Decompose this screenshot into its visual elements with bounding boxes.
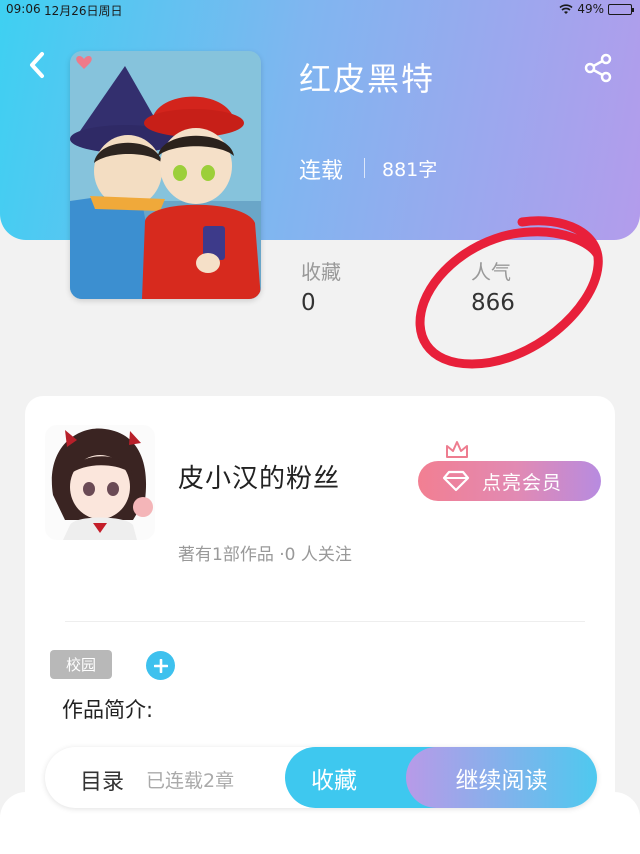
battery-icon <box>608 3 634 15</box>
share-button[interactable] <box>578 48 618 88</box>
chapters-count: 已连载2章 <box>146 770 235 792</box>
intro-label: 作品简介: <box>62 698 154 722</box>
book-cover-illustration <box>70 51 261 299</box>
serial-status: 连载 <box>299 159 344 184</box>
catalog-button[interactable]: 目录 <box>80 764 124 796</box>
vip-label: 点亮会员 <box>482 471 563 494</box>
diamond-icon <box>442 470 470 492</box>
back-button[interactable] <box>20 48 54 82</box>
word-count: 881字 <box>382 159 438 181</box>
status-right: 49% <box>559 2 634 16</box>
battery-percent: 49% <box>577 2 604 16</box>
continue-reading-button[interactable]: 继续阅读 <box>406 747 597 808</box>
card-divider <box>65 621 585 622</box>
vip-button[interactable]: 点亮会员 <box>418 461 601 501</box>
wifi-icon <box>559 3 573 14</box>
tag-chip[interactable]: 校园 <box>50 650 112 679</box>
book-title: 红皮黑特 <box>299 60 436 98</box>
chevron-left-icon <box>30 52 44 78</box>
author-name[interactable]: 皮小汉的粉丝 <box>178 458 340 495</box>
author-avatar[interactable] <box>45 425 155 540</box>
status-date: 12月26日周日 <box>44 4 123 18</box>
crown-icon <box>446 441 468 458</box>
popularity-label: 人气 <box>471 260 511 284</box>
author-meta: 著有1部作品 ·0 人关注 <box>178 545 352 565</box>
popularity-value: 866 <box>471 290 515 316</box>
status-bar: 09:06 12月26日周日 49% <box>0 0 640 20</box>
collect-label: 收藏 <box>311 767 357 794</box>
plus-icon <box>153 658 168 673</box>
status-divider <box>364 158 365 178</box>
avatar-illustration <box>45 425 155 540</box>
status-time: 09:06 <box>6 2 41 16</box>
favorites-label: 收藏 <box>301 260 341 284</box>
continue-reading-label: 继续阅读 <box>455 767 548 794</box>
add-tag-button[interactable] <box>146 651 175 680</box>
book-cover[interactable] <box>70 51 261 299</box>
favorites-value: 0 <box>301 290 316 316</box>
share-icon <box>584 53 612 83</box>
